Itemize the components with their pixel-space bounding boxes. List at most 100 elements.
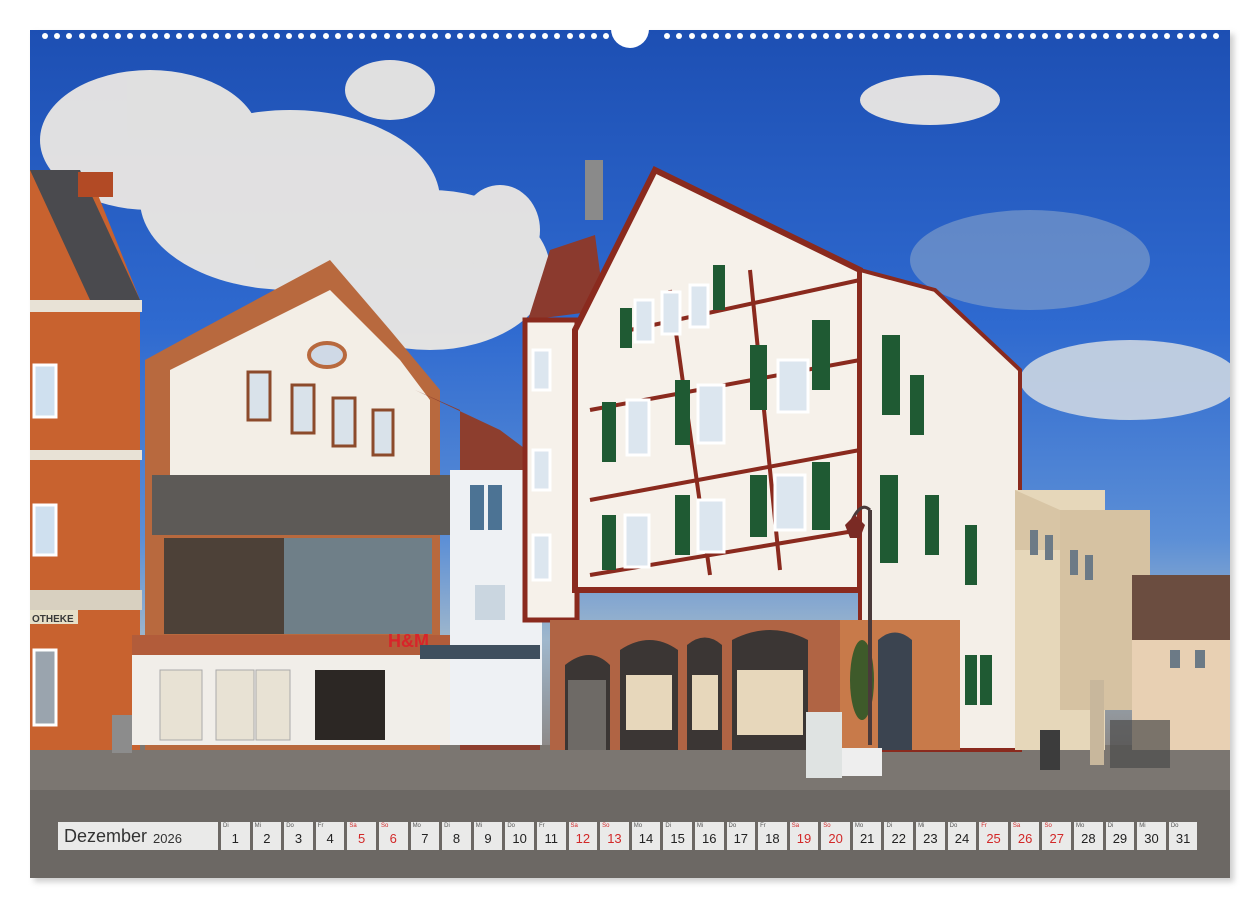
- binding-hole: [383, 33, 390, 39]
- weekday-label: Do: [1170, 823, 1179, 829]
- month-label-box: Dezember 2026: [58, 822, 218, 850]
- weekday-label: So: [380, 823, 389, 829]
- binding-hole: [566, 33, 573, 39]
- day-number: 6: [389, 831, 397, 846]
- weekday-label: Mo: [633, 823, 643, 829]
- binding-hole: [944, 33, 951, 39]
- binding-hole: [908, 33, 915, 39]
- calendar-day: Mo 21: [852, 822, 882, 850]
- calendar-day: Fr 18: [758, 822, 787, 850]
- binding-hole: [1201, 33, 1207, 39]
- weekday-label: Sa: [349, 823, 357, 829]
- calendar-day: So 13: [600, 822, 629, 850]
- day-number: 15: [670, 831, 685, 846]
- calendar-day: So 27: [1042, 822, 1072, 850]
- binding-hole: [591, 33, 597, 39]
- calendar-day: Sa 5: [347, 822, 376, 850]
- calendar-day: Mi 16: [694, 822, 724, 850]
- binding-hole: [1005, 33, 1012, 39]
- binding-hole: [737, 33, 744, 39]
- binding-hole: [810, 33, 817, 39]
- binding-hole: [981, 33, 988, 39]
- weekday-label: Mi: [918, 823, 925, 829]
- binding-hole: [395, 33, 402, 39]
- calendar-day: Do 3: [284, 822, 313, 850]
- weekday-label: So: [823, 823, 831, 829]
- binding-hole: [408, 33, 414, 39]
- binding-hole: [1188, 33, 1195, 39]
- calendar-day: Do 10: [505, 822, 534, 850]
- day-number: 8: [452, 831, 461, 846]
- day-number: 5: [358, 831, 366, 846]
- day-number: 28: [1081, 831, 1096, 846]
- binding-hole: [920, 33, 927, 39]
- calendar-day: Do 24: [947, 822, 977, 850]
- trash-bin: [112, 715, 132, 753]
- binding-hole: [932, 33, 939, 39]
- calendar-photo: H&M OTHEKE: [30, 30, 1230, 878]
- binding-hole: [530, 33, 536, 39]
- binding-hole: [164, 33, 170, 39]
- weekday-label: Do: [728, 823, 737, 829]
- binding-hole: [1091, 33, 1098, 39]
- calendar-day: Fr 25: [979, 822, 1008, 850]
- binding-hole: [664, 33, 671, 39]
- binding-hole: [444, 33, 451, 39]
- weekday-label: Mi: [254, 823, 261, 829]
- weekday-label: Mo: [1076, 823, 1085, 829]
- binding-hole: [1213, 33, 1220, 39]
- binding-hole: [1127, 33, 1134, 39]
- calendar-day: So 20: [821, 822, 850, 850]
- calendar-day: Di 1: [221, 822, 250, 850]
- calendar-day: Di 29: [1105, 822, 1135, 850]
- binding-hole: [127, 33, 134, 39]
- binding-hole: [505, 33, 512, 39]
- binding-hole: [1079, 33, 1085, 39]
- binding-hole: [42, 33, 48, 39]
- weekday-label: So: [1044, 823, 1052, 829]
- binding-hole: [1066, 33, 1073, 39]
- weekday-label: Fr: [981, 823, 987, 829]
- binding-hole: [90, 33, 97, 39]
- binding-hole: [578, 33, 585, 39]
- day-number: 17: [733, 831, 749, 846]
- binding-hole: [713, 33, 719, 39]
- binding-hole: [493, 33, 500, 39]
- weekday-label: Fr: [317, 823, 324, 829]
- binding-hole: [78, 33, 85, 39]
- binding-hole: [273, 33, 280, 39]
- calendar-day: Do 31: [1168, 822, 1198, 850]
- calendar-day: Do 17: [726, 822, 756, 850]
- calendar-day: So 6: [378, 822, 408, 850]
- binding-hole: [176, 33, 183, 39]
- weekday-label: Sa: [570, 823, 578, 829]
- calendar-day: Mo 14: [631, 822, 661, 850]
- binding-hole: [1018, 33, 1024, 39]
- binding-hole: [371, 33, 378, 39]
- month-name: Dezember: [64, 825, 148, 846]
- binding-hole: [774, 33, 780, 39]
- day-number: 18: [765, 831, 780, 846]
- binding-hole: [798, 33, 805, 39]
- binding-hole: [420, 33, 427, 39]
- calendar-day: Fr 4: [315, 822, 345, 850]
- calendar-strip: Dezember 2026 Di 1 Mi 2 Do 3 Fr 4 Sa 5 So 6 Mo 7 Di 8 Mi…: [58, 822, 1198, 850]
- day-number: 11: [544, 831, 558, 846]
- day-number: 13: [607, 831, 622, 846]
- binding-hole: [1054, 33, 1061, 39]
- day-number: 23: [923, 831, 938, 846]
- weekday-label: Di: [1107, 823, 1114, 829]
- calendar-day: Mi 2: [252, 822, 282, 850]
- binding-hole: [310, 33, 317, 39]
- binding-hole: [103, 33, 109, 39]
- weekday-label: Do: [949, 823, 958, 829]
- binding-hole: [542, 33, 549, 39]
- day-number: 12: [575, 831, 591, 846]
- binding-hole: [347, 33, 353, 39]
- day-number: 31: [1175, 831, 1191, 846]
- day-number: 22: [891, 831, 906, 846]
- binding-hole: [761, 33, 768, 39]
- binding-hole: [835, 33, 841, 39]
- day-number: 21: [859, 831, 875, 846]
- binding-hole: [139, 33, 146, 39]
